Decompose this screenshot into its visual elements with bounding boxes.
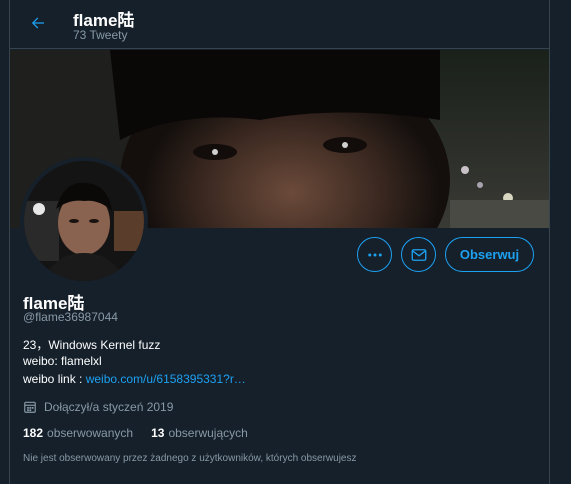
bio-line: 23，Windows Kernel fuzz [23, 338, 161, 352]
calendar-icon [24, 401, 36, 413]
joined-date-text: Dołączył/a styczeń 2019 [44, 400, 174, 414]
more-button[interactable] [357, 237, 392, 272]
follow-button[interactable]: Obserwuj [445, 237, 534, 272]
avatar-image [24, 161, 144, 281]
profile-avatar[interactable] [20, 157, 148, 285]
profile-page: flame陆 73 Tweety Obserwuj flame陆 @flame3… [0, 0, 571, 484]
joined-date: Dołączył/a styczeń 2019 [23, 399, 173, 415]
header-tweet-count: 73 Tweety [73, 28, 128, 42]
following-label: obserwowanych [47, 426, 134, 440]
followers-label: obserwujących [168, 426, 248, 440]
followers-count: 13 [151, 426, 165, 440]
mutual-followers-note: Nie jest obserwowany przez żadnego z uży… [23, 453, 357, 464]
back-button[interactable] [26, 9, 50, 37]
bio-link-prefix: weibo link : [23, 372, 86, 386]
column-divider-right [549, 0, 550, 484]
following-count: 182 [23, 426, 44, 440]
bio-line: weibo: flamelxl [23, 354, 102, 368]
profile-handle: @flame36987044 [23, 310, 118, 324]
following-link[interactable]: 182 obserwowanych [23, 426, 133, 440]
avatar-photo [24, 161, 144, 281]
envelope-icon [411, 248, 426, 261]
message-button[interactable] [401, 237, 436, 272]
arrow-left-icon [31, 17, 44, 29]
profile-stats: 182 obserwowanych 13 obserwujących [23, 426, 266, 440]
profile-header-bar: flame陆 73 Tweety [10, 0, 549, 49]
followers-link[interactable]: 13 obserwujących [151, 426, 248, 440]
bio-line-link: weibo link : weibo.com/u/6158395331?r… [23, 372, 246, 386]
bio-link[interactable]: weibo.com/u/6158395331?r… [86, 372, 246, 386]
more-horizontal-icon [367, 253, 382, 256]
